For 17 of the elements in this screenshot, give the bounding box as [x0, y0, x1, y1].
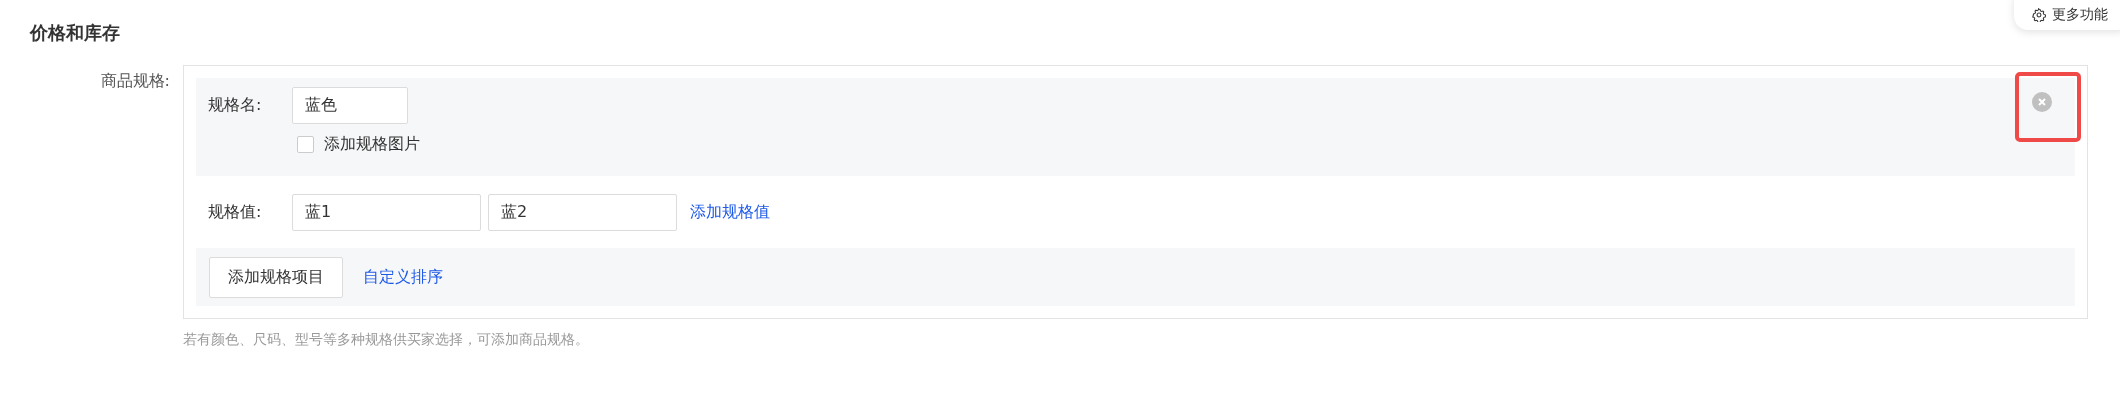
checkbox[interactable]	[297, 136, 314, 153]
add-value-link[interactable]: 添加规格值	[690, 201, 770, 223]
more-functions-button[interactable]: 更多功能	[2014, 0, 2120, 30]
add-image-checkbox[interactable]: 添加规格图片	[297, 134, 2063, 155]
close-icon[interactable]	[2032, 92, 2052, 112]
spec-value-input[interactable]: 蓝2	[488, 193, 677, 231]
add-item-button[interactable]: 添加规格项目	[209, 256, 343, 298]
spec-name-label: 规格名:	[208, 95, 263, 116]
custom-sort-link[interactable]: 自定义排序	[363, 266, 443, 288]
field-label: 商品规格:	[99, 70, 170, 92]
section-title: 价格和库存	[30, 21, 121, 45]
spec-values-label: 规格值:	[208, 201, 263, 223]
spec-value-input[interactable]: 蓝1	[292, 193, 481, 231]
spec-name-input[interactable]: 蓝色	[292, 87, 408, 124]
checkbox-label: 添加规格图片	[324, 134, 420, 155]
settings-icon	[2032, 8, 2046, 22]
hint-text: 若有颜色、尺码、型号等多种规格供买家选择，可添加商品规格。	[183, 331, 590, 349]
